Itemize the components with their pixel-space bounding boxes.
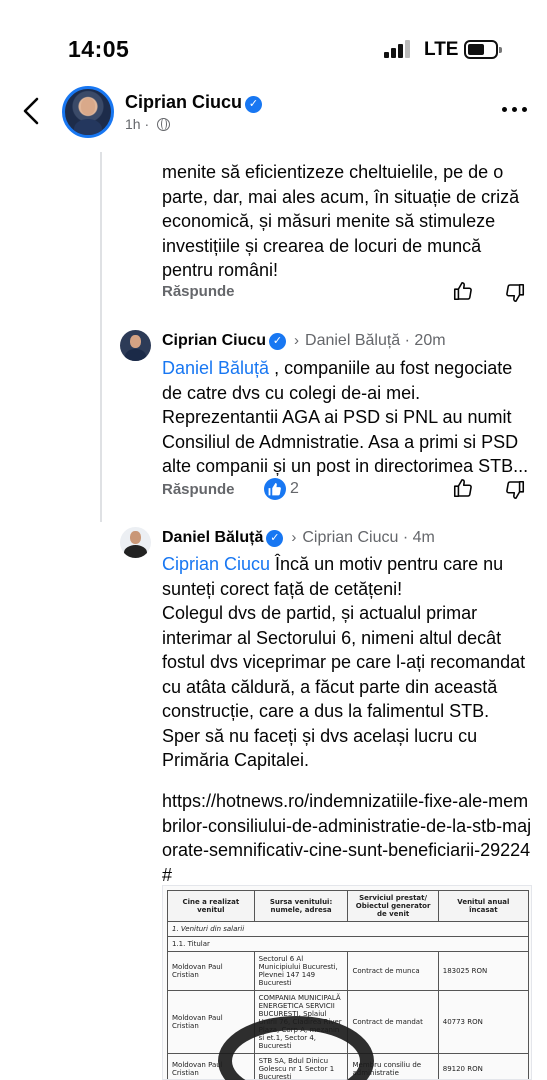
comment-3-header: Daniel Băluță ✓ › Ciprian Ciucu · 4m: [162, 529, 435, 547]
verified-badge-icon: ✓: [245, 96, 263, 113]
back-arrow-icon[interactable]: [20, 96, 44, 126]
like-reaction-icon[interactable]: [264, 478, 286, 500]
comment-3-mention[interactable]: Ciprian Ciucu: [162, 554, 270, 574]
reply-arrow-icon: ›: [294, 332, 300, 349]
table-cell: Sectorul 6 Al Municipiului Bucuresti, Pl…: [253, 951, 349, 991]
comment-1-reply-button[interactable]: Răspunde: [162, 283, 235, 300]
table-section: 1.1. Titular: [167, 936, 529, 952]
comment-3-paragraph: Colegul dvs de partid, și actualul prima…: [162, 603, 526, 770]
post-meta: 1h ·: [125, 116, 171, 132]
table-row: Moldovan Paul Cristian Sectorul 6 Al Mun…: [167, 951, 530, 991]
table-cell: 40773 RON: [437, 990, 530, 1054]
table-cell: Contract de munca: [347, 951, 439, 991]
table-header: Sursa venitului: numele, adresa: [253, 890, 349, 922]
like-icon[interactable]: [452, 477, 474, 499]
reply-arrow-icon: ›: [291, 529, 297, 546]
verified-badge-icon: ✓: [269, 333, 287, 350]
thread-line: [100, 152, 102, 522]
status-bar: 14:05 LTE: [0, 0, 547, 80]
post-header: Ciprian Ciucu ✓ 1h ·: [0, 80, 547, 152]
signal-strength-icon: [384, 40, 414, 58]
author-name[interactable]: Ciprian Ciucu: [125, 92, 242, 112]
table-cell: Moldovan Paul Cristian: [167, 951, 255, 991]
status-time: 14:05: [68, 36, 130, 62]
table-cell: 183025 RON: [437, 951, 530, 991]
table-header: Serviciul prestat/ Obiectul generator de…: [347, 890, 439, 922]
comment-3-reply-to[interactable]: Ciprian Ciucu: [302, 529, 398, 546]
comment-2-reaction-count[interactable]: 2: [290, 480, 299, 498]
battery-icon: [464, 40, 502, 59]
table-header: Venitul anual încasat: [437, 890, 530, 922]
comment-2-reply-button[interactable]: Răspunde: [162, 481, 235, 498]
comment-2-avatar[interactable]: [120, 330, 151, 361]
meta-separator: ·: [144, 116, 150, 132]
comment-3-avatar[interactable]: [120, 527, 151, 558]
comment-2-body: Daniel Băluță , companiile au fost negoc…: [162, 356, 532, 479]
post-time: 1h: [125, 116, 141, 132]
author-avatar[interactable]: [62, 86, 114, 138]
comment-3-body: Ciprian Ciucu Încă un motiv pentru care …: [162, 552, 532, 601]
table-header: Cine a realizat venitul: [167, 890, 255, 922]
comment-2-time: · 20m: [404, 332, 446, 349]
comment-3-link[interactable]: https://hotnews.ro/indemnizatiile-fixe-a…: [162, 789, 532, 887]
comment-2-mention[interactable]: Daniel Băluță: [162, 358, 269, 378]
like-icon[interactable]: [452, 280, 474, 302]
table-cell: 89120 RON: [437, 1053, 530, 1079]
more-options-icon[interactable]: [500, 104, 530, 114]
table-section: 1. Venituri din salarii: [167, 921, 529, 937]
comment-1-text: menite să eficientizeze cheltuielile, pe…: [162, 162, 520, 280]
comment-2-reply-to[interactable]: Daniel Băluță: [305, 332, 400, 349]
comment-3-time: · 4m: [402, 529, 435, 546]
comment-2-author[interactable]: Ciprian Ciucu: [162, 332, 266, 349]
globe-icon: [157, 118, 171, 131]
verified-badge-icon: ✓: [266, 530, 284, 547]
comment-2-header: Ciprian Ciucu ✓ › Daniel Băluță · 20m: [162, 332, 446, 350]
network-type: LTE: [424, 39, 459, 60]
author-name-row[interactable]: Ciprian Ciucu ✓: [125, 92, 263, 113]
comment-3-author[interactable]: Daniel Băluță: [162, 529, 263, 546]
dislike-icon[interactable]: [504, 282, 526, 304]
dislike-icon[interactable]: [504, 479, 526, 501]
